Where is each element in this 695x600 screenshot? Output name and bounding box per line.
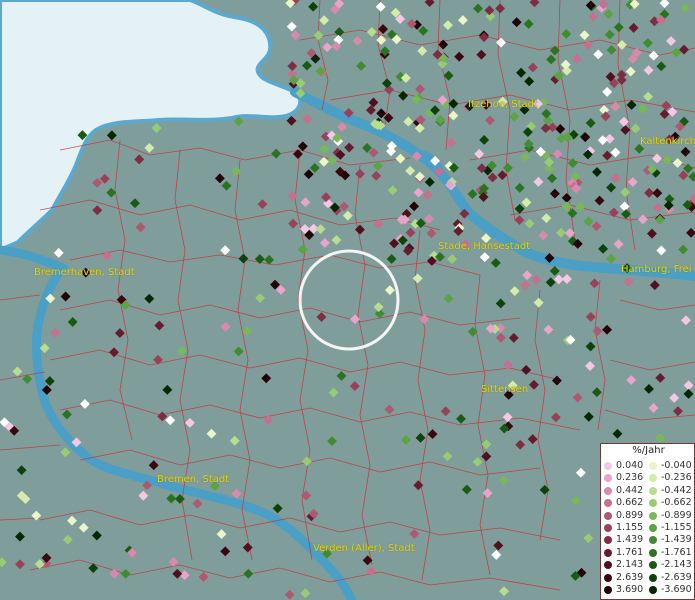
legend-swatch-negative (649, 536, 657, 545)
legend-value-negative: -0.662 (661, 497, 692, 509)
legend-value-positive: 0.442 (616, 484, 644, 496)
legend-value-positive: 0.236 (616, 472, 644, 484)
legend-value-negative: -2.143 (661, 559, 692, 571)
legend-row: 0.662 -0.662 (603, 497, 695, 509)
city-label-kaltenkirchen: Kaltenkirch (640, 136, 695, 147)
legend-swatch-negative (649, 573, 657, 582)
legend-swatch-positive (604, 511, 612, 520)
legend-swatch-negative (649, 524, 657, 532)
legend-swatch-negative (649, 474, 657, 483)
legend-swatch-negative (649, 561, 657, 570)
map-view[interactable]: Bremerhaven, Stadt Bremen, Stadt Verden … (0, 0, 695, 600)
legend-value-negative: -0.040 (661, 460, 692, 471)
city-label-itzehoe: Itzehoe, Stadt (468, 99, 538, 110)
city-label-hamburg: Hamburg, Frei (621, 264, 692, 275)
legend-value-positive: 0.040 (616, 460, 644, 471)
legend-value-negative: -0.442 (661, 484, 692, 496)
legend-row: 1.155 -1.155 (603, 522, 695, 534)
legend-swatch-negative (649, 462, 657, 470)
legend-swatch-negative (649, 586, 657, 594)
legend-value-positive: 1.761 (616, 546, 644, 558)
legend-value-negative: -2.639 (661, 571, 692, 583)
legend-value-positive: 1.155 (616, 522, 644, 533)
legend-row: 0.236 -0.236 (603, 472, 695, 484)
legend-value-positive: 0.662 (616, 497, 644, 509)
legend-value-negative: -1.155 (661, 522, 692, 533)
legend-value-negative: -3.690 (661, 584, 692, 595)
legend-row: 1.761 -1.761 (603, 547, 695, 559)
legend-swatch-positive (604, 573, 612, 582)
legend-value-negative: -0.236 (661, 472, 692, 484)
legend-value-positive: 2.639 (616, 571, 644, 583)
legend-row: 2.639 -2.639 (603, 572, 695, 584)
legend-swatch-negative (649, 486, 657, 495)
map-canvas[interactable] (0, 0, 695, 600)
legend-row: 3.690 -3.690 (603, 584, 695, 596)
city-label-bremerhaven: Bremerhaven, Stadt (34, 267, 135, 278)
legend-swatch-positive (604, 486, 612, 495)
city-label-bremen: Bremen, Stadt (157, 474, 230, 485)
legend-row: 0.442 -0.442 (603, 485, 695, 497)
city-label-verden: Verden (Aller), Stadt (313, 543, 415, 554)
legend-row: 0.040 -0.040 (603, 460, 695, 472)
city-label-stade: Stade, Hansestadt (438, 241, 531, 252)
legend-row: 0.899 -0.899 (603, 510, 695, 522)
legend-swatch-negative (649, 499, 657, 508)
legend-swatch-positive (604, 586, 612, 594)
legend-value-negative: -0.899 (661, 509, 692, 521)
legend-swatch-positive (604, 474, 612, 483)
legend-title: %/Jahr (632, 445, 665, 456)
city-label-sittensen: Sittensen (481, 384, 529, 395)
legend-value-positive: 2.143 (616, 559, 644, 571)
legend-swatch-positive (604, 499, 612, 508)
legend-row: 1.439 -1.439 (603, 534, 695, 546)
legend-row: 2.143 -2.143 (603, 559, 695, 571)
legend-swatch-positive (604, 536, 612, 545)
legend-swatch-positive (604, 561, 612, 570)
legend-value-positive: 3.690 (616, 584, 644, 595)
legend-swatch-positive (604, 548, 612, 557)
legend-value-negative: -1.439 (661, 534, 692, 546)
legend: %/Jahr 0.040 -0.040 0.236 -0.236 0.442 -0.442… (600, 443, 695, 600)
legend-value-positive: 1.439 (616, 534, 644, 546)
legend-swatch-negative (649, 548, 657, 557)
legend-value-positive: 0.899 (616, 509, 644, 521)
legend-swatch-positive (604, 524, 612, 532)
legend-value-negative: -1.761 (661, 546, 692, 558)
legend-swatch-negative (649, 511, 657, 520)
legend-swatch-positive (604, 462, 612, 470)
